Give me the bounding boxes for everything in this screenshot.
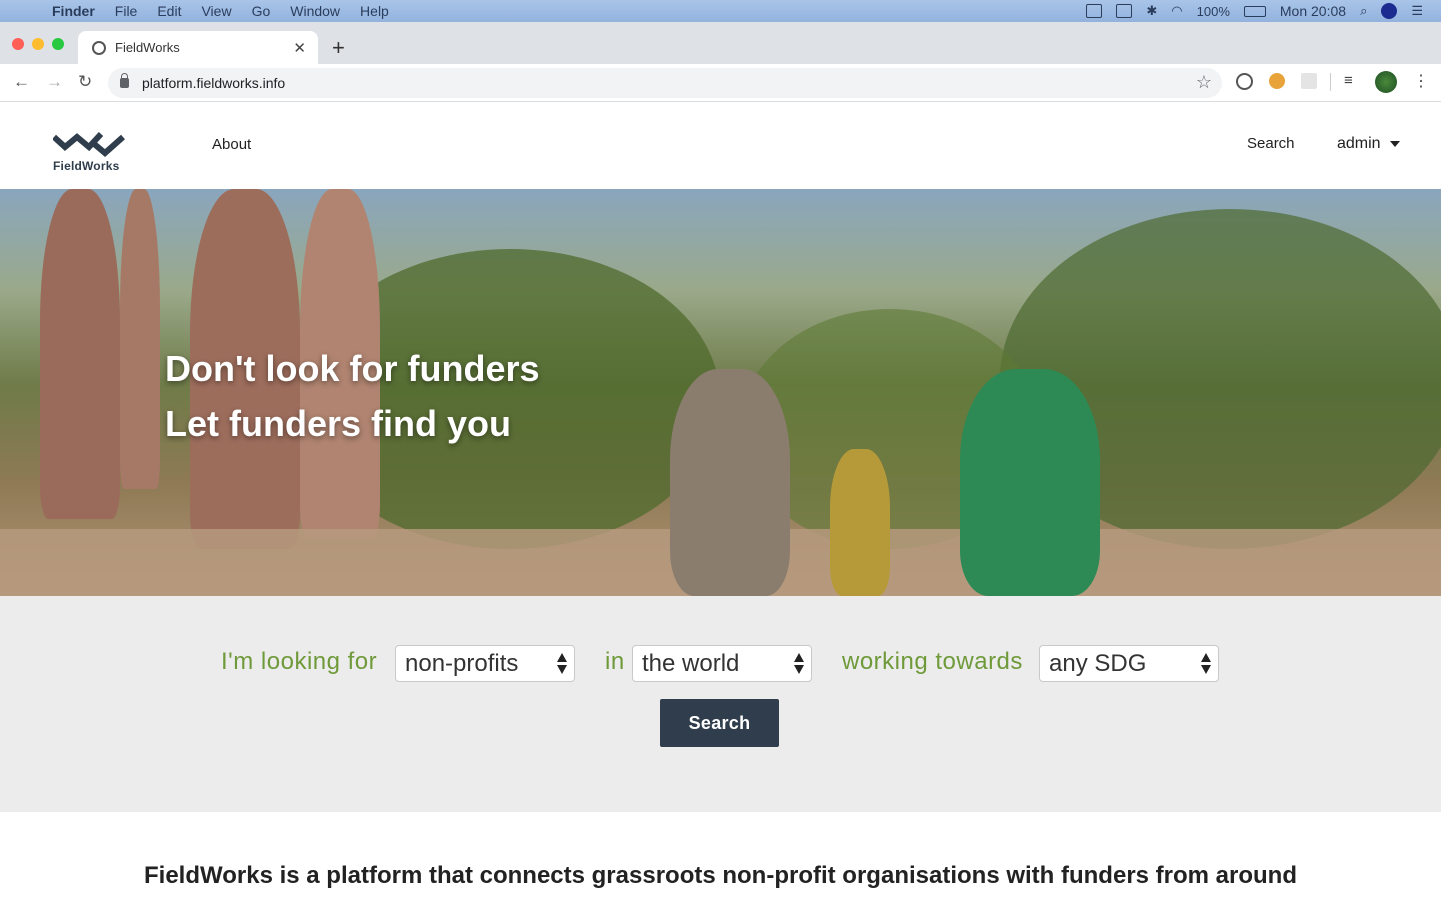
looking-for-label: I'm looking for bbox=[221, 648, 378, 675]
hero-tree-trunk bbox=[40, 189, 120, 519]
browser-tab-active[interactable]: FieldWorks ✕ bbox=[78, 31, 318, 64]
fieldworks-logo-icon[interactable] bbox=[53, 129, 125, 159]
chevron-down-icon bbox=[1389, 141, 1400, 147]
status-widget-icon[interactable] bbox=[1116, 4, 1133, 18]
user-menu-dropdown[interactable]: admin bbox=[1337, 135, 1400, 153]
bookmark-star-icon[interactable]: ☆ bbox=[1196, 72, 1212, 93]
hero-person bbox=[960, 369, 1100, 596]
menu-app-name[interactable]: Finder bbox=[52, 3, 95, 19]
site-header: FieldWorks About Search admin bbox=[0, 102, 1441, 189]
lock-icon[interactable] bbox=[120, 73, 129, 88]
tab-title: FieldWorks bbox=[115, 40, 180, 55]
cookie-extension-icon[interactable] bbox=[1269, 73, 1285, 89]
menu-window[interactable]: Window bbox=[290, 3, 340, 19]
search-button[interactable]: Search bbox=[660, 699, 779, 747]
nav-search-link[interactable]: Search bbox=[1247, 135, 1295, 152]
hero-line-1: Don't look for funders bbox=[165, 348, 540, 389]
sdg-select[interactable]: any SDG bbox=[1039, 645, 1219, 682]
extension-icon[interactable] bbox=[1236, 73, 1253, 90]
forward-arrow-icon[interactable]: → bbox=[46, 72, 63, 92]
extension-placeholder-icon[interactable] bbox=[1301, 73, 1317, 89]
address-url: platform.fieldworks.info bbox=[142, 75, 286, 91]
new-tab-button[interactable]: + bbox=[332, 35, 345, 61]
menu-edit[interactable]: Edit bbox=[157, 3, 181, 19]
nav-about-link[interactable]: About bbox=[212, 136, 251, 153]
battery-icon[interactable] bbox=[1243, 5, 1266, 17]
profile-avatar[interactable] bbox=[1375, 71, 1397, 93]
in-label: in bbox=[605, 648, 625, 675]
select-arrows-icon bbox=[794, 653, 804, 674]
hero-tree-trunk bbox=[120, 189, 160, 489]
select-arrows-icon bbox=[1201, 653, 1211, 674]
select-arrows-icon bbox=[557, 653, 567, 674]
minimize-window-button[interactable] bbox=[32, 38, 44, 50]
zoom-window-button[interactable] bbox=[52, 38, 64, 50]
hero-person bbox=[670, 369, 790, 596]
macos-menubar: Finder File Edit View Go Window Help ✱ ◠… bbox=[0, 0, 1441, 22]
address-bar[interactable]: platform.fieldworks.info ☆ bbox=[108, 68, 1222, 98]
platform-tagline: FieldWorks is a platform that connects g… bbox=[144, 862, 1297, 889]
back-arrow-icon[interactable]: ← bbox=[13, 72, 30, 92]
logo-text[interactable]: FieldWorks bbox=[53, 159, 119, 173]
notification-center-icon[interactable]: ☰ bbox=[1411, 3, 1423, 19]
hero-line-2: Let funders find you bbox=[165, 403, 511, 444]
status-app-icon[interactable] bbox=[1086, 4, 1103, 18]
media-control-icon[interactable]: ≡ bbox=[1344, 72, 1353, 89]
window-controls bbox=[12, 38, 64, 50]
browser-menu-icon[interactable]: ⋮ bbox=[1413, 71, 1429, 91]
menu-go[interactable]: Go bbox=[252, 3, 271, 19]
menubar-status-area: ✱ ◠ 100% Mon 20:08 ⌕ ☰ bbox=[1086, 0, 1423, 22]
location-value: the world bbox=[642, 650, 740, 677]
wifi-icon[interactable]: ◠ bbox=[1171, 3, 1182, 19]
menu-file[interactable]: File bbox=[115, 3, 138, 19]
menu-help[interactable]: Help bbox=[360, 3, 389, 19]
working-towards-label: working towards bbox=[842, 648, 1023, 675]
location-select[interactable]: the world bbox=[632, 645, 812, 682]
menu-view[interactable]: View bbox=[201, 3, 231, 19]
close-tab-icon[interactable]: ✕ bbox=[293, 39, 306, 57]
hero-child bbox=[830, 449, 890, 596]
battery-percent[interactable]: 100% bbox=[1197, 4, 1230, 19]
browser-toolbar: ← → ↻ platform.fieldworks.info ☆ ≡ ⋮ bbox=[0, 64, 1441, 102]
spotlight-search-icon[interactable]: ⌕ bbox=[1360, 3, 1367, 19]
clock[interactable]: Mon 20:08 bbox=[1280, 3, 1346, 19]
siri-icon[interactable] bbox=[1381, 3, 1398, 19]
globe-icon bbox=[92, 40, 106, 55]
hero-banner: Don't look for funders Let funders find … bbox=[0, 189, 1441, 596]
organisation-type-value: non-profits bbox=[405, 650, 519, 677]
hero-headline: Don't look for funders Let funders find … bbox=[165, 341, 540, 451]
reload-icon[interactable]: ↻ bbox=[78, 72, 92, 92]
browser-tabbar: FieldWorks ✕ + bbox=[0, 22, 1441, 64]
user-menu-label: admin bbox=[1337, 135, 1381, 152]
toolbar-divider bbox=[1330, 73, 1331, 91]
bluetooth-icon[interactable]: ✱ bbox=[1146, 3, 1157, 19]
close-window-button[interactable] bbox=[12, 38, 24, 50]
sdg-value: any SDG bbox=[1049, 650, 1147, 677]
organisation-type-select[interactable]: non-profits bbox=[395, 645, 575, 682]
